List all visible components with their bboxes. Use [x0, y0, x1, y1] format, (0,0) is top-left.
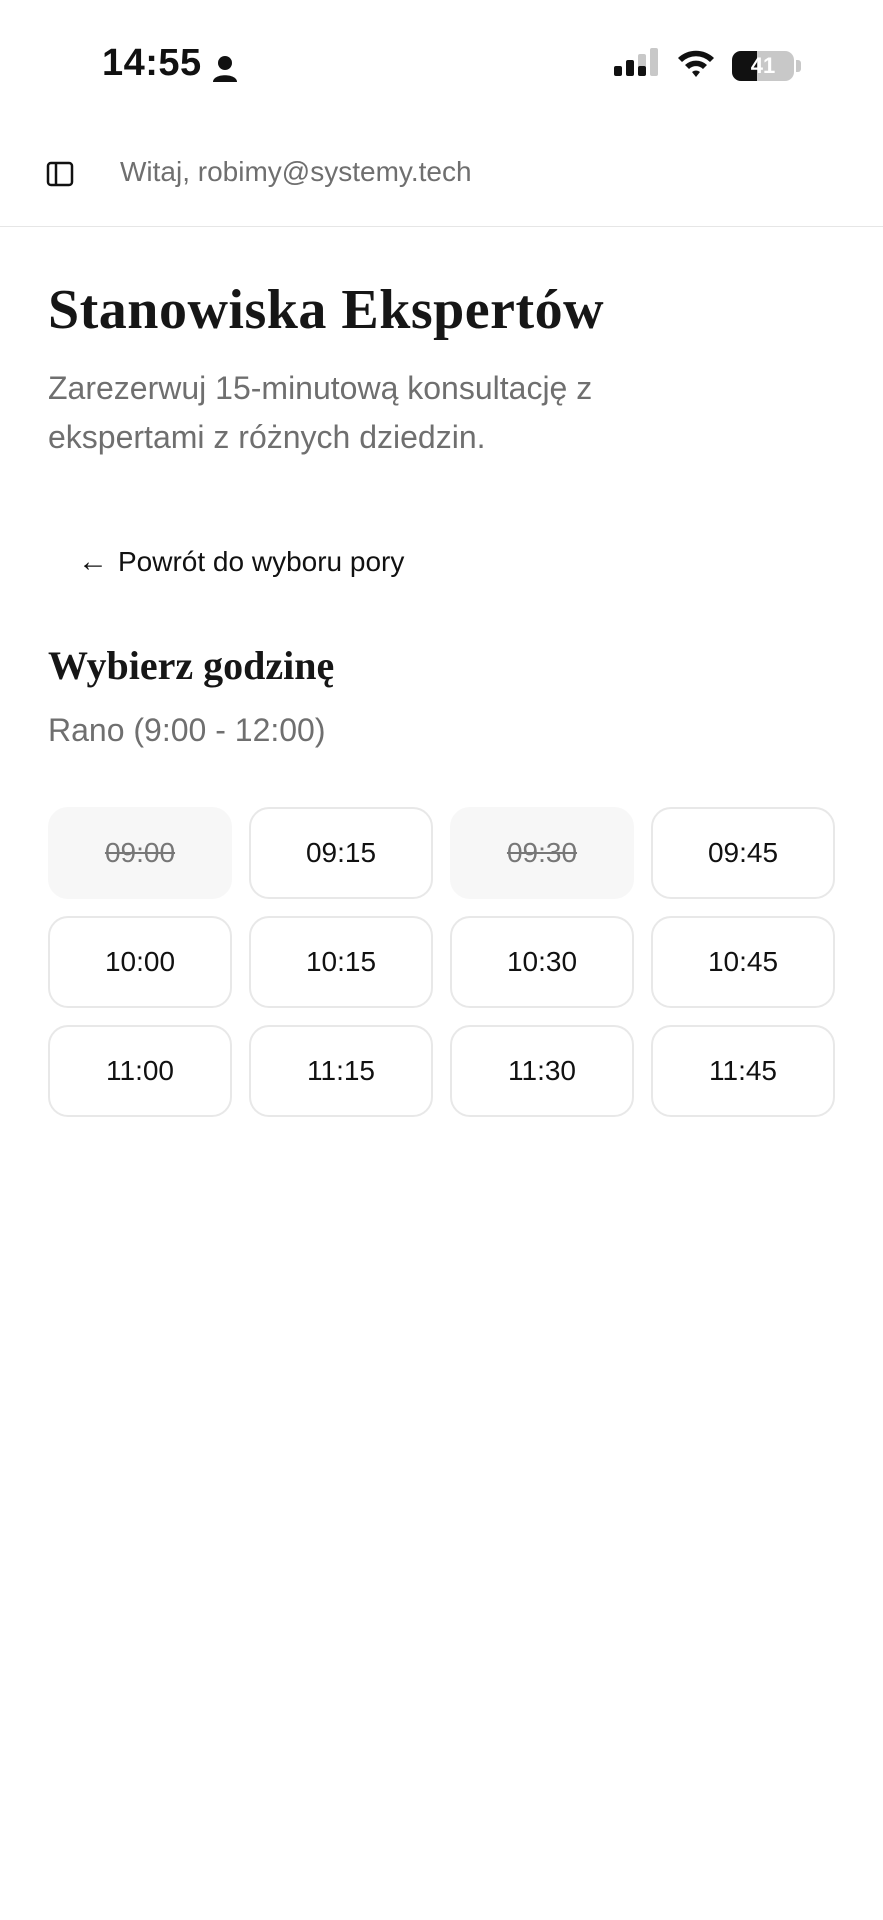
- time-slot[interactable]: 11:00: [48, 1025, 232, 1117]
- time-slot[interactable]: 11:30: [450, 1025, 634, 1117]
- battery-icon: 41: [732, 50, 794, 81]
- battery-level: 41: [750, 52, 776, 78]
- battery-tip: [796, 59, 801, 72]
- time-slot[interactable]: 11:15: [249, 1025, 433, 1117]
- page-title: Stanowiska Ekspertów: [48, 279, 605, 341]
- status-indicators: 41: [614, 48, 801, 83]
- page-subtitle: Zarezerwuj 15-minutową konsultację z eks…: [48, 370, 593, 455]
- wifi-icon: [676, 48, 716, 83]
- time-slot[interactable]: 09:15: [249, 807, 433, 899]
- person-icon: [212, 50, 238, 82]
- top-bar: Witaj, robimy@systemy.tech: [0, 120, 883, 227]
- time-slot[interactable]: 09:45: [651, 807, 835, 899]
- status-time-text: 14:55: [102, 42, 202, 84]
- cellular-signal-icon: [614, 48, 660, 83]
- time-slot[interactable]: 10:30: [450, 916, 634, 1008]
- back-to-period-link[interactable]: ← Powrót do wyboru pory: [78, 546, 404, 578]
- section-title: Wybierz godzinę: [48, 643, 335, 688]
- time-slot: 09:30: [450, 807, 634, 899]
- time-slot[interactable]: 11:45: [651, 1025, 835, 1117]
- status-time: 14:55: [102, 42, 238, 85]
- time-slot: 09:00: [48, 807, 232, 899]
- time-slot[interactable]: 10:45: [651, 916, 835, 1008]
- time-slots-grid: 09:00 09:15 09:30 09:45 10:00 10:15 10:3…: [48, 807, 835, 1117]
- user-greeting: Witaj, robimy@systemy.tech: [120, 156, 472, 187]
- period-label: Rano (9:00 - 12:00): [48, 712, 326, 748]
- status-bar: 14:55 41: [0, 0, 883, 120]
- arrow-left-icon: ←: [78, 545, 108, 578]
- back-link-label: Powrót do wyboru pory: [118, 546, 405, 577]
- time-slot[interactable]: 10:15: [249, 916, 433, 1008]
- time-slot[interactable]: 10:00: [48, 916, 232, 1008]
- sidebar-toggle-icon[interactable]: [44, 158, 76, 190]
